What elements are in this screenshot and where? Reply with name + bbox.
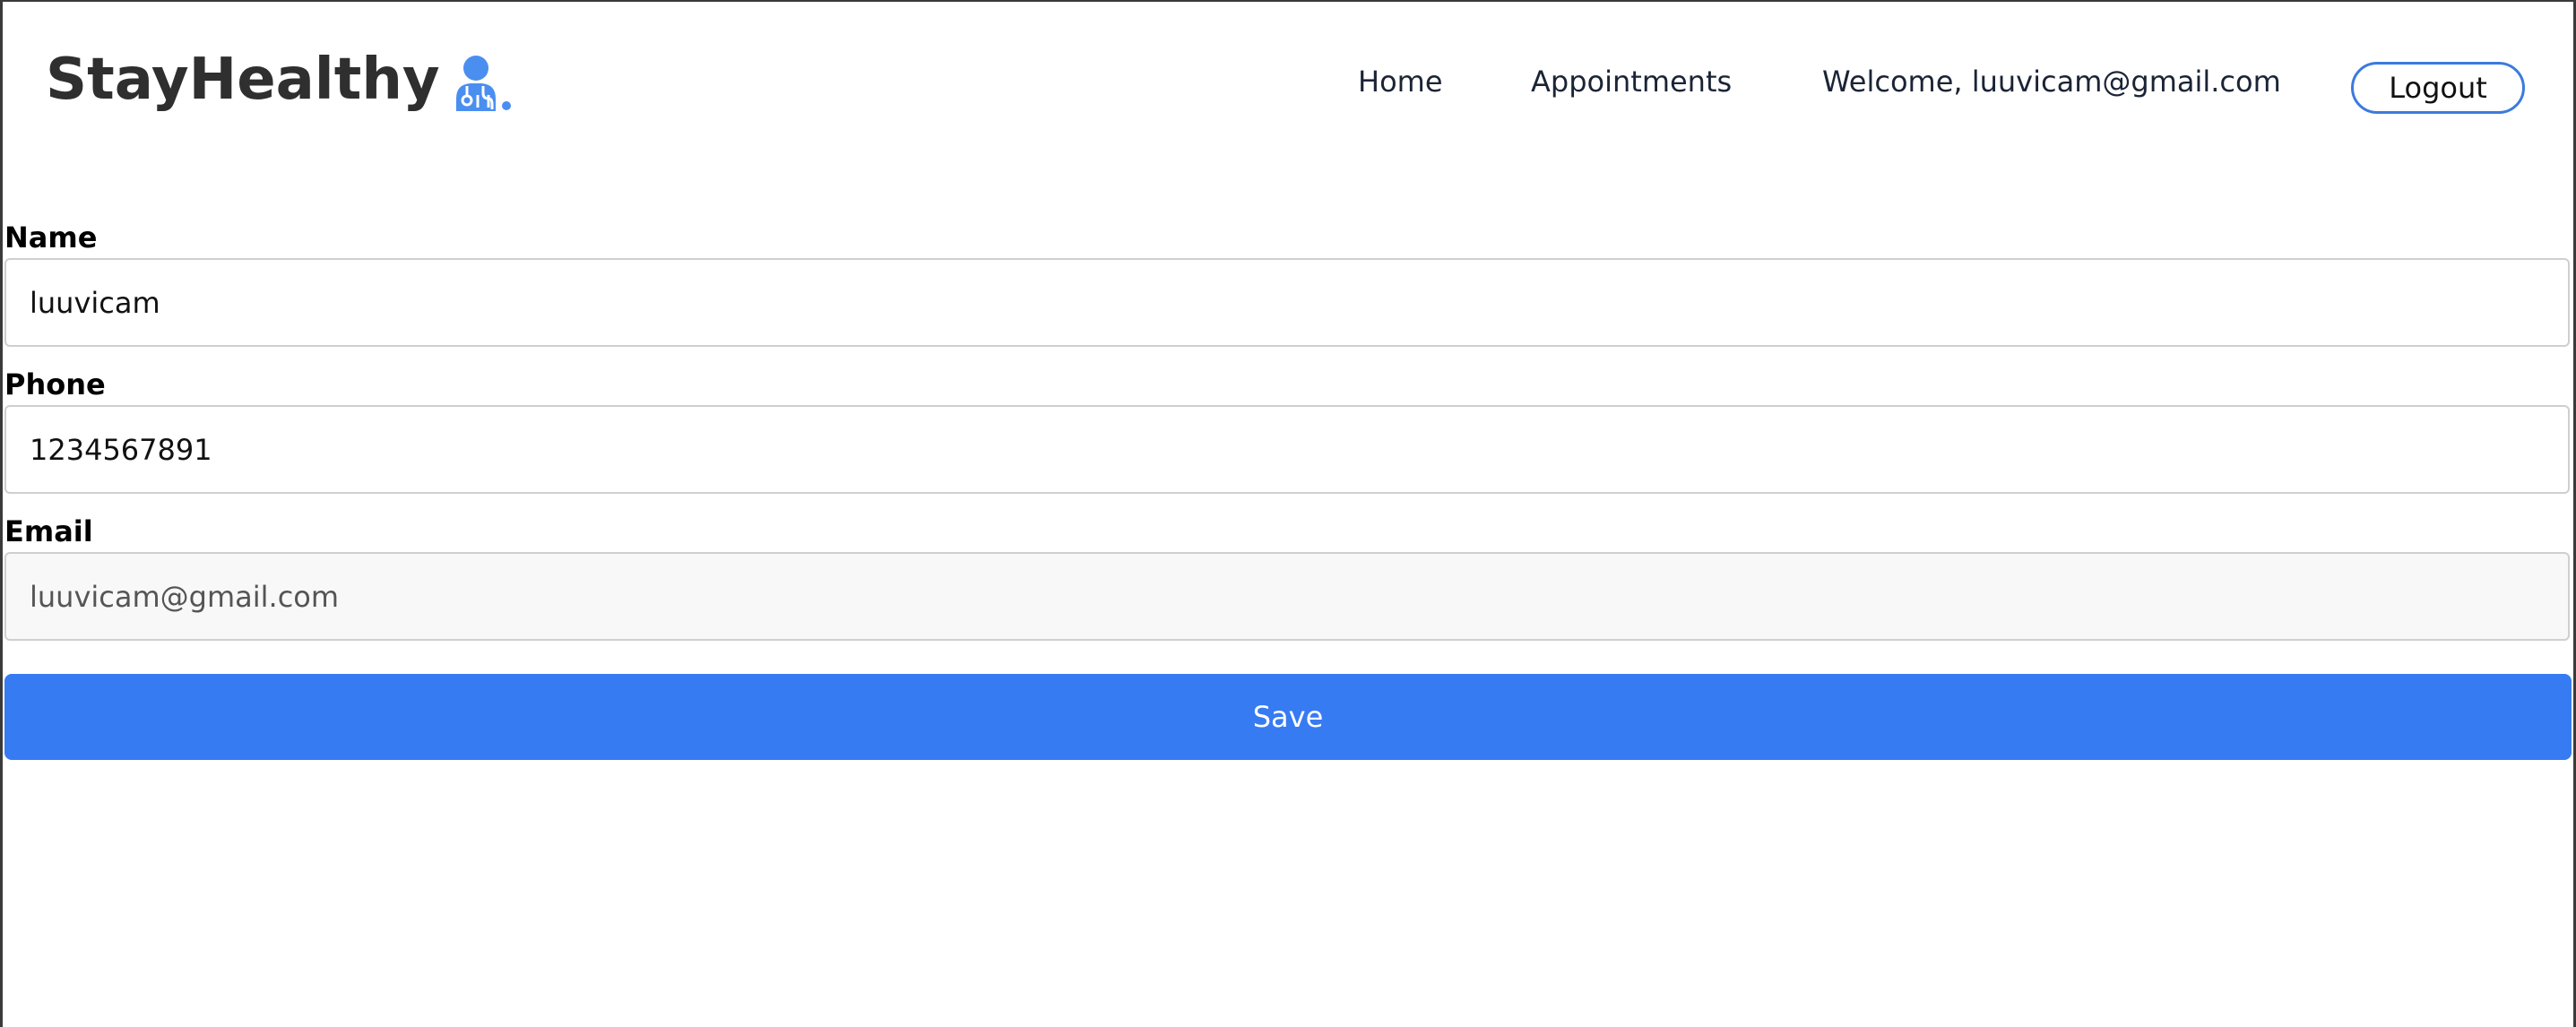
- browser-frame: StayHealthy Home Appointments Welcome, l…: [0, 0, 2576, 1027]
- navbar: StayHealthy Home Appointments Welcome, l…: [3, 2, 2573, 172]
- save-button[interactable]: Save: [4, 674, 2572, 760]
- brand-name: StayHealthy: [46, 47, 440, 113]
- nav-home-link[interactable]: Home: [1358, 65, 1443, 99]
- phone-label: Phone: [4, 367, 106, 401]
- name-label: Name: [4, 220, 98, 255]
- phone-input[interactable]: [4, 405, 2570, 494]
- welcome-message: Welcome, luuvicam@gmail.com: [1822, 65, 2281, 99]
- brand-logo[interactable]: StayHealthy: [46, 47, 515, 113]
- name-input[interactable]: [4, 258, 2570, 347]
- logout-button[interactable]: Logout: [2351, 62, 2525, 114]
- email-input[interactable]: [4, 552, 2570, 641]
- email-label: Email: [4, 514, 93, 548]
- doctor-icon: [453, 54, 515, 117]
- nav-appointments-link[interactable]: Appointments: [1531, 65, 1732, 99]
